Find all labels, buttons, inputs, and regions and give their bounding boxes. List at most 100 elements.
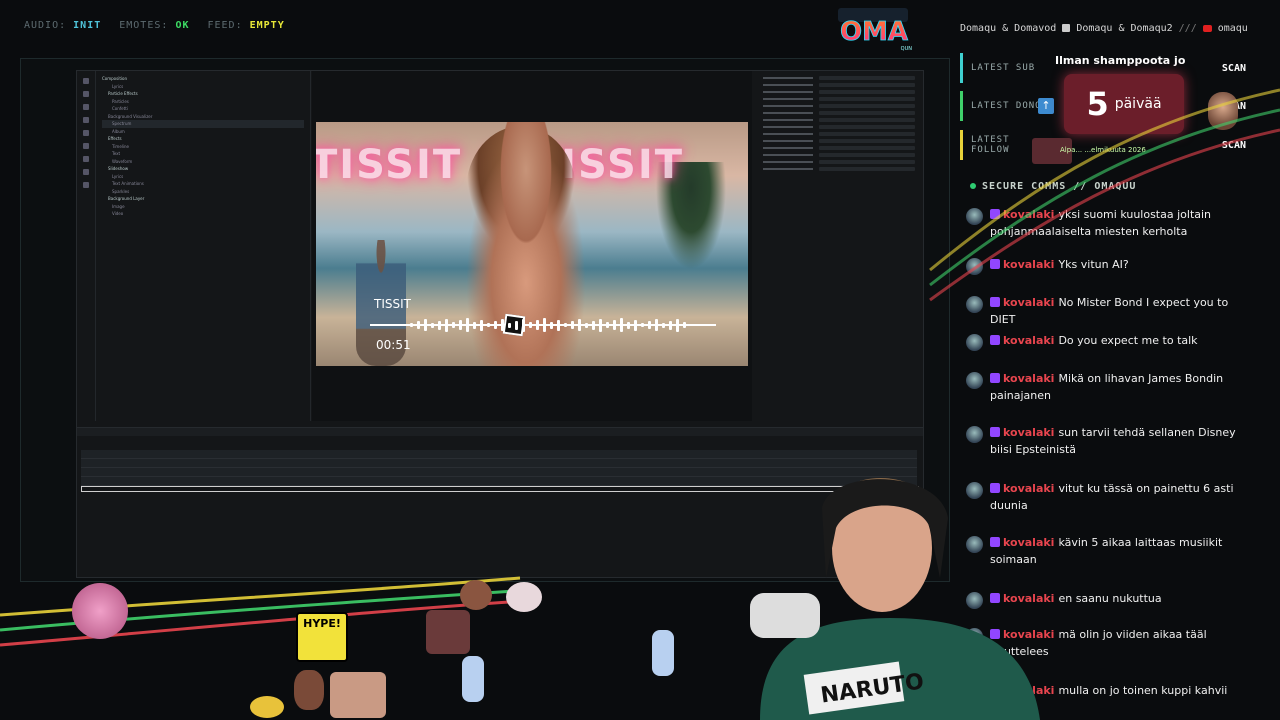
layer-item[interactable]: Lyrics <box>102 83 304 91</box>
layer-item[interactable]: Text Animations <box>102 180 304 188</box>
property-row[interactable] <box>763 138 915 144</box>
property-value[interactable] <box>819 118 915 122</box>
layers-icon[interactable] <box>83 91 89 97</box>
property-value[interactable] <box>819 125 915 129</box>
layer-item[interactable]: Effects <box>102 135 304 143</box>
chat-message: kovalaki Yks vitun AI? <box>966 256 1252 275</box>
property-value[interactable] <box>819 111 915 115</box>
video-preview[interactable]: TISSIT ♡ TISSIT TISSIT 00:51 <box>316 122 748 366</box>
waveform-bar <box>438 320 441 330</box>
layer-item[interactable]: Album <box>102 128 304 136</box>
property-row[interactable] <box>763 159 915 165</box>
layer-item[interactable]: Lyrics <box>102 173 304 181</box>
layer-item[interactable]: Timeline <box>102 143 304 151</box>
property-value[interactable] <box>819 97 915 101</box>
property-label <box>763 147 813 149</box>
waveform-scrubber[interactable] <box>370 313 716 337</box>
follow-subtext: Alpa... ...elmikuuta 2026 <box>1060 146 1146 154</box>
audio-icon[interactable] <box>83 169 89 175</box>
face-emote <box>330 672 386 718</box>
social-ticker: Domaqu & Domavod Domaqu & Domaqu2 /// om… <box>960 18 1260 38</box>
user-avatar <box>966 372 983 389</box>
property-value[interactable] <box>819 83 915 87</box>
property-value[interactable] <box>819 132 915 136</box>
property-row[interactable] <box>763 89 915 95</box>
property-row[interactable] <box>763 75 915 81</box>
property-value[interactable] <box>819 76 915 80</box>
waveform-bar <box>634 319 637 331</box>
layer-item[interactable]: Slideshow <box>102 165 304 173</box>
alert-value: SCAN <box>1221 62 1246 74</box>
waveform-bar <box>557 319 560 331</box>
channel-logo: OMA QUN <box>838 8 913 52</box>
property-row[interactable] <box>763 103 915 109</box>
user-avatar <box>966 258 983 275</box>
layer-item[interactable]: Waveform <box>102 158 304 166</box>
property-row[interactable] <box>763 166 915 172</box>
property-label <box>763 84 813 86</box>
property-value[interactable] <box>819 104 915 108</box>
layer-item[interactable]: Video <box>102 210 304 218</box>
property-value[interactable] <box>819 167 915 171</box>
logo-text: OMA <box>840 17 908 47</box>
waveform-bar <box>410 323 413 327</box>
anime-emote <box>462 656 484 702</box>
waveform-bar <box>683 322 686 328</box>
media-icon[interactable] <box>83 143 89 149</box>
waveform-bar <box>655 319 658 331</box>
property-value[interactable] <box>819 90 915 94</box>
chat-text: Yks vitun AI? <box>1058 258 1129 271</box>
add-icon[interactable] <box>83 104 89 110</box>
alert-bar <box>960 53 963 83</box>
waveform-bar <box>529 322 532 328</box>
logo-sub: QUN <box>901 46 913 52</box>
waveform-bar <box>536 320 539 330</box>
timeline-ruler[interactable] <box>77 428 923 436</box>
property-row[interactable] <box>763 82 915 88</box>
waveform-bar <box>641 323 644 327</box>
property-value[interactable] <box>819 153 915 157</box>
property-row[interactable] <box>763 117 915 123</box>
layer-item[interactable]: Background Layer <box>102 195 304 203</box>
waveform-bar <box>487 323 490 327</box>
property-value[interactable] <box>819 160 915 164</box>
timeline-track[interactable] <box>81 459 917 468</box>
layer-item[interactable]: Particles <box>102 98 304 106</box>
property-value[interactable] <box>819 139 915 143</box>
chat-message: kovalaki yksi suomi kuulostaa joltain poh… <box>966 206 1252 240</box>
layer-item[interactable]: Image <box>102 203 304 211</box>
days-counter: 5 päivää <box>1064 74 1184 134</box>
layer-item[interactable]: Confetti <box>102 105 304 113</box>
eyes-emote <box>250 696 284 718</box>
waveform-bar <box>424 319 427 331</box>
property-row[interactable] <box>763 96 915 102</box>
layer-item[interactable]: Text <box>102 150 304 158</box>
feed-status: FEED: EMPTY <box>207 20 285 31</box>
timeline-track[interactable] <box>81 450 917 459</box>
templates-icon[interactable] <box>83 130 89 136</box>
waveform-bar <box>648 321 651 329</box>
alerts-panel: LATEST SUB SCAN LATEST DONO SCAN LATEST … <box>960 46 1260 170</box>
ticker-item-1: Domaqu & Domavod <box>960 22 1057 34</box>
effects-icon[interactable] <box>83 117 89 123</box>
waveform-bar <box>466 318 469 332</box>
layer-item[interactable]: Spectrum <box>102 120 304 128</box>
text-icon[interactable] <box>83 156 89 162</box>
composition-icon[interactable] <box>83 78 89 84</box>
property-row[interactable] <box>763 152 915 158</box>
waveform-bar <box>669 320 672 330</box>
property-row[interactable] <box>763 110 915 116</box>
property-row[interactable] <box>763 131 915 137</box>
layer-item[interactable]: Sparkles <box>102 188 304 196</box>
waveform-bar <box>599 318 602 332</box>
export-icon[interactable] <box>83 182 89 188</box>
property-value[interactable] <box>819 146 915 150</box>
chat-text: mulla on jo toinen kuppi kahvii <box>1058 684 1228 697</box>
layer-item[interactable]: Particle Effects <box>102 90 304 98</box>
ticker-item-3: omaqu <box>1217 22 1248 34</box>
layer-item[interactable]: Composition <box>102 75 304 83</box>
layer-item[interactable]: Background Visualizer <box>102 113 304 121</box>
alert-avatar <box>1208 92 1238 130</box>
property-row[interactable] <box>763 124 915 130</box>
property-row[interactable] <box>763 145 915 151</box>
